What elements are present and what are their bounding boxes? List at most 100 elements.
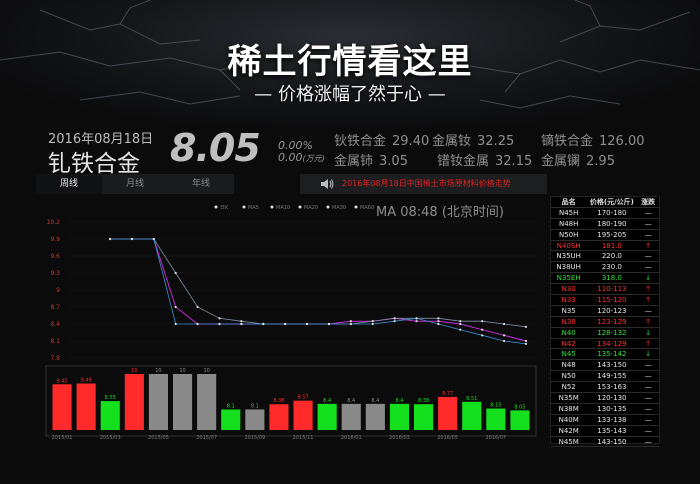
bar-value-label: 8.55 bbox=[105, 395, 116, 401]
price-cell: 180-190 bbox=[597, 219, 627, 228]
bar-value-label: 8.4 bbox=[395, 398, 403, 404]
change-unit: (万元) bbox=[302, 154, 325, 163]
price-chart-area: 10.2 9.9 9.6 9.3 9 8.7 8.4 8.1 7.8 日K MA5 MA10 MA20 M… bbox=[36, 198, 548, 444]
table-row[interactable]: N35 120-123 — bbox=[551, 306, 659, 317]
product-name-cell: N38UH bbox=[556, 263, 581, 272]
trend-cell: ↓ bbox=[645, 274, 652, 283]
table-row[interactable]: N48 143-150 — bbox=[551, 360, 659, 372]
table-row[interactable]: N52 153-163 — bbox=[551, 382, 659, 394]
bar bbox=[317, 403, 337, 430]
page-title: 稀土行情看这里 bbox=[227, 42, 473, 82]
price-cell: 135-142 bbox=[597, 350, 627, 359]
bar-value-label: 8.38 bbox=[273, 398, 284, 404]
related-price-name: 金属镧 bbox=[541, 154, 581, 169]
product-name-cell: N48H bbox=[558, 219, 579, 228]
related-price-item[interactable]: 金属铈 3.05 bbox=[334, 150, 408, 169]
trend-cell: ↓ bbox=[645, 350, 652, 359]
table-row[interactable]: N38M 130-135 — bbox=[551, 404, 659, 415]
bar bbox=[486, 408, 506, 430]
price-cell: 318.0 bbox=[601, 274, 622, 283]
table-row[interactable]: N42 134-129 ↑ bbox=[551, 339, 659, 350]
x-tick-label: 2015/11 bbox=[293, 435, 314, 441]
price-cell: 133-138 bbox=[597, 415, 627, 424]
table-row[interactable]: N30 110-113 ↑ bbox=[551, 284, 659, 296]
related-price-item[interactable]: 镝铁合金 126.00 bbox=[541, 130, 645, 149]
tab-weekly[interactable]: 周线 bbox=[36, 174, 102, 194]
bar bbox=[197, 374, 217, 430]
price-cell: 195-205 bbox=[597, 230, 627, 239]
table-row[interactable]: N40SH 181.0 ↑ bbox=[551, 241, 659, 252]
bar bbox=[414, 404, 434, 430]
table-row[interactable]: N45 135-142 ↓ bbox=[551, 349, 659, 361]
table-row[interactable]: N42M 135-143 — bbox=[551, 426, 659, 437]
x-tick-label: 2015/05 bbox=[148, 435, 169, 441]
trend-cell: — bbox=[644, 263, 652, 272]
related-price-item[interactable]: 金属镧 2.95 bbox=[541, 150, 615, 169]
series-point bbox=[437, 317, 440, 320]
table-row[interactable]: N38UH 230.0 — bbox=[551, 262, 659, 274]
related-price-value: 3.05 bbox=[379, 154, 408, 169]
bar-value-label: 10 bbox=[203, 368, 209, 374]
bar bbox=[245, 409, 265, 430]
product-name-cell: N35EH bbox=[556, 274, 581, 283]
table-row[interactable]: N50 149-155 — bbox=[551, 371, 659, 383]
table-row[interactable]: N45H 170-180 — bbox=[551, 208, 659, 219]
price-table: 品名 价格(元/公斤) 涨跌 N45H 170-180— N48H 180-190— N… bbox=[550, 196, 660, 448]
bar bbox=[124, 374, 144, 430]
bar-value-label: 8.1 bbox=[251, 403, 259, 409]
table-row[interactable]: N45M 143-150 — bbox=[551, 437, 659, 448]
series-point bbox=[240, 322, 243, 326]
table-row[interactable]: N48H 180-190 — bbox=[551, 219, 659, 230]
series-point bbox=[196, 305, 199, 309]
series-point bbox=[459, 322, 462, 326]
trend-cell: — bbox=[644, 230, 652, 239]
product-name-cell: N30 bbox=[561, 285, 576, 294]
product-name-cell: N40M bbox=[558, 415, 579, 424]
y-tick-label: 7.8 bbox=[50, 355, 60, 362]
trend-cell: — bbox=[644, 208, 652, 217]
product-name-cell: N45H bbox=[558, 208, 579, 217]
bar-value-label: 8.77 bbox=[442, 391, 453, 397]
news-ticker[interactable]: 2016年08月18日中国稀土市场原材料价格走势 bbox=[300, 174, 547, 194]
tab-yearly[interactable]: 年线 bbox=[168, 174, 234, 194]
table-row[interactable]: N33 115-120 ↑ bbox=[551, 295, 659, 306]
tab-monthly[interactable]: 月线 bbox=[102, 174, 168, 194]
table-row[interactable]: N38 123-129 ↑ bbox=[551, 317, 659, 328]
related-price-value: 32.25 bbox=[477, 134, 515, 149]
price-cell: 181.0 bbox=[601, 241, 622, 250]
header-trend: 涨跌 bbox=[641, 198, 656, 206]
y-tick-label: 10.2 bbox=[47, 219, 61, 226]
series-point bbox=[174, 271, 177, 275]
trend-cell: ↑ bbox=[645, 241, 652, 250]
bar bbox=[341, 403, 361, 430]
table-row[interactable]: N50H 195-205 — bbox=[551, 230, 659, 241]
series-point bbox=[503, 322, 506, 326]
table-row[interactable]: N35M 120-130 — bbox=[551, 393, 659, 404]
series-point bbox=[218, 322, 221, 326]
series-point bbox=[174, 322, 177, 326]
price-cell: 220.0 bbox=[601, 252, 622, 261]
legend-label: MA30 bbox=[332, 205, 346, 211]
table-row[interactable]: N35EH 318.0 ↓ bbox=[551, 273, 659, 285]
related-price-item[interactable]: 钬铁合金 29.40 bbox=[334, 130, 429, 149]
price-cell: 123-129 bbox=[597, 317, 627, 326]
series-point bbox=[130, 237, 133, 241]
bar-value-label: 10 bbox=[155, 368, 161, 374]
price-cell: 135-143 bbox=[597, 426, 627, 435]
page-subtitle: — 价格涨幅了然于心 — bbox=[254, 84, 446, 105]
price-cell: 115-120 bbox=[597, 296, 627, 305]
product-name-cell: N38 bbox=[561, 317, 576, 326]
table-row[interactable]: N40 128-132 ↓ bbox=[551, 328, 659, 339]
related-price-item[interactable]: 镨钕金属 32.15 bbox=[437, 150, 532, 169]
table-row[interactable]: N40M 133-138 — bbox=[551, 415, 659, 426]
series-point bbox=[481, 320, 484, 323]
series-point bbox=[524, 339, 528, 343]
series-point bbox=[371, 322, 374, 326]
table-row[interactable]: N35UH 220.0 — bbox=[551, 251, 659, 263]
product-name-cell: N52 bbox=[561, 383, 576, 392]
product-name-cell: N50H bbox=[558, 230, 579, 239]
product-name-cell: N40 bbox=[561, 328, 576, 337]
price-cell: 170-180 bbox=[597, 208, 627, 217]
y-tick-label: 8.1 bbox=[50, 338, 60, 345]
related-price-item[interactable]: 金属钕 32.25 bbox=[432, 130, 514, 149]
